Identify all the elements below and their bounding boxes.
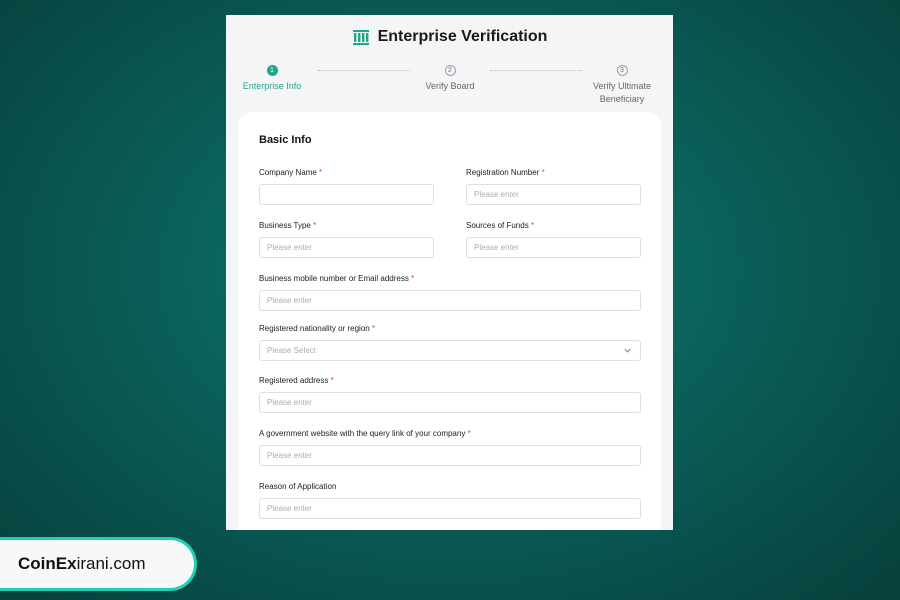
required-mark: * [530,221,535,230]
basic-info-card: Basic Info Company Name * Registration N… [238,112,661,530]
sources-of-funds-input[interactable]: Please enter [466,237,641,258]
company-name-field: Company Name * [259,168,434,205]
address-field: Registered address * Please enter [259,376,641,413]
field-label: Registration Number [466,168,540,177]
field-label: Business mobile number or Email address [259,274,409,283]
field-label: Reason of Application [259,482,337,491]
page-header: Enterprise Verification [226,17,673,57]
step-connector [318,70,410,71]
select-placeholder: Please Select [267,346,316,355]
field-label: Sources of Funds [466,221,529,230]
field-label: Company Name [259,168,317,177]
company-name-input[interactable] [259,184,434,205]
nationality-field: Registered nationality or region * Pleas… [259,324,641,361]
required-mark: * [319,168,323,177]
stepper: 1 Enterprise Info 2 Verify Board 3 Verif… [226,57,673,115]
business-type-input[interactable]: Please enter [259,237,434,258]
brand-badge: CoinEx irani.com [0,537,197,591]
step-number: 2 [444,65,456,76]
field-label: Registered nationality or region [259,324,370,333]
step-number: 1 [266,65,278,76]
nationality-select[interactable]: Please Select [259,340,641,361]
gov-website-input[interactable]: Please enter [259,445,641,466]
step-label: Enterprise Info [242,81,302,91]
contact-field: Business mobile number or Email address … [259,274,641,311]
contact-input[interactable]: Please enter [259,290,641,311]
field-label: Registered address [259,376,329,385]
required-mark: * [541,168,545,177]
field-label: Business Type [259,221,311,230]
required-mark: * [371,324,376,333]
sources-of-funds-field: Sources of Funds * Please enter [466,221,641,258]
bank-icon [352,30,369,45]
chevron-down-icon [624,348,631,353]
reason-input[interactable]: Please enter [259,498,641,519]
step-label: Verify Ultimate Beneficiary [592,81,652,104]
registration-number-field: Registration Number * Please enter [466,168,641,205]
step-verify-board[interactable]: 2 Verify Board [422,65,478,93]
gov-website-field: A government website with the query link… [259,429,641,466]
section-title: Basic Info [259,134,312,146]
page-title: Enterprise Verification [377,28,548,45]
reason-field: Reason of Application Please enter [259,482,641,519]
step-number: 3 [616,65,628,76]
required-mark: * [330,376,334,385]
required-mark: * [313,221,317,230]
step-enterprise-info[interactable]: 1 Enterprise Info [239,65,305,93]
step-connector [490,70,582,71]
field-label: A government website with the query link… [259,429,466,438]
step-label: Verify Board [425,81,475,91]
brand-name-bold: CoinEx [18,554,77,573]
brand-name-domain: irani.com [76,554,146,573]
address-input[interactable]: Please enter [259,392,641,413]
step-verify-beneficiary[interactable]: 3 Verify Ultimate Beneficiary [584,65,660,106]
verification-panel: Enterprise Verification 1 Enterprise Inf… [226,15,673,530]
registration-number-input[interactable]: Please enter [466,184,641,205]
business-type-field: Business Type * Please enter [259,221,434,258]
required-mark: * [411,274,415,283]
required-mark: * [467,429,471,438]
